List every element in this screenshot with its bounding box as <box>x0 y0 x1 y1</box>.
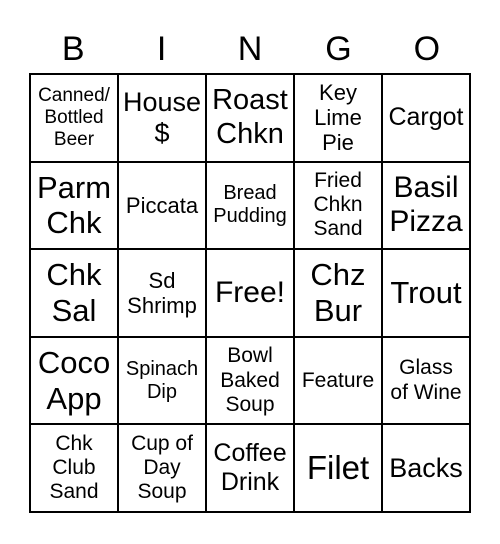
bingo-cell[interactable]: Backs <box>382 424 470 512</box>
bingo-cell[interactable]: Key Lime Pie <box>294 74 382 162</box>
bingo-header: BINGO <box>29 26 471 72</box>
bingo-cell[interactable]: Roast Chkn <box>206 74 294 162</box>
header-letter: O <box>413 30 441 68</box>
bingo-cell[interactable]: Chk Club Sand <box>30 424 118 512</box>
bingo-cell[interactable]: Parm Chk <box>30 161 118 250</box>
bingo-cell[interactable]: Cargot <box>382 74 470 162</box>
free-space-cell[interactable]: Free! <box>206 249 294 337</box>
bingo-cell[interactable]: House $ <box>118 74 206 162</box>
header-letter: N <box>237 30 263 68</box>
bingo-cell[interactable]: Coco App <box>30 336 118 425</box>
bingo-cell[interactable]: Bread Pudding <box>206 161 294 250</box>
header-letter: G <box>325 30 352 68</box>
bingo-cell[interactable]: Fried Chkn Sand <box>294 161 382 250</box>
header-letter: I <box>156 30 167 68</box>
bingo-cell[interactable]: Sd Shrimp <box>118 249 206 337</box>
bingo-cell[interactable]: Filet <box>294 424 382 512</box>
bingo-cell[interactable]: Spinach Dip <box>118 336 206 425</box>
bingo-cell[interactable]: Chz Bur <box>294 249 382 337</box>
bingo-cell[interactable]: Trout <box>382 249 470 337</box>
bingo-cell[interactable]: Feature <box>294 336 382 425</box>
header-letter: B <box>61 30 85 68</box>
bingo-cell[interactable]: Canned/ Bottled Beer <box>30 74 118 162</box>
bingo-cell[interactable]: Coffee Drink <box>206 424 294 512</box>
bingo-cell[interactable]: Bowl Baked Soup <box>206 336 294 425</box>
bingo-cell[interactable]: Glass of Wine <box>382 336 470 425</box>
bingo-cell[interactable]: Cup of Day Soup <box>118 424 206 512</box>
bingo-cell[interactable]: Chk Sal <box>30 249 118 337</box>
bingo-cell[interactable]: Basil Pizza <box>382 161 470 250</box>
bingo-cell[interactable]: Piccata <box>118 161 206 250</box>
bingo-grid: Canned/ Bottled Beer House $ Roast Chkn Key… <box>29 73 471 513</box>
